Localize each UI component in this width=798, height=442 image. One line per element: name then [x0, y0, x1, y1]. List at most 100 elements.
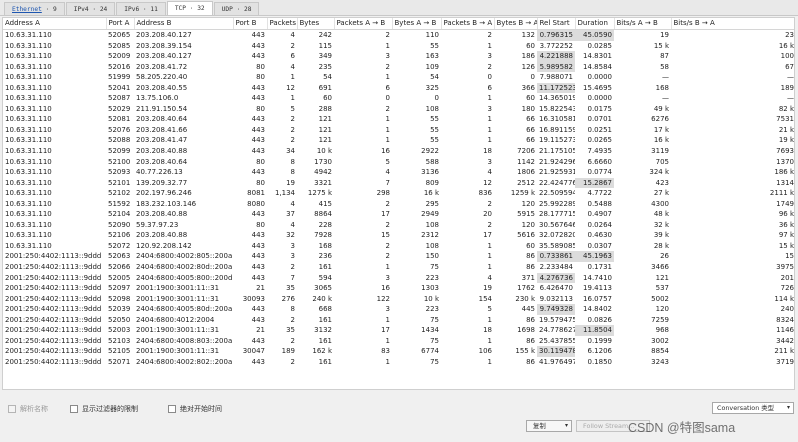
table-row[interactable]: 10.63.31.110 52106 203.208.40.88 443 32 7928 1… — [3, 230, 794, 241]
table-row[interactable]: 10.63.31.110 52076 203.208.41.66 443 2 121 1 55… — [3, 125, 794, 136]
conversation-type-dropdown[interactable]: Conversation 类型 ▾ — [712, 402, 794, 414]
table-row[interactable]: 2001:250:4402:1113::9ddd 52071 2404:6800:4… — [3, 357, 794, 368]
name-resolution-checkbox[interactable]: 解析名称 — [8, 404, 48, 414]
column-header[interactable]: Port B — [233, 18, 268, 30]
checkbox-box[interactable] — [8, 405, 16, 413]
table-cell: 3 — [385, 52, 390, 61]
checkbox-box[interactable] — [70, 405, 78, 413]
table-cell: 10.63.31.110 — [5, 31, 52, 39]
table-row[interactable]: 10.63.31.110 52081 203.208.40.64 443 2 121 1 55… — [3, 114, 794, 125]
table-row[interactable]: 10.63.31.110 52102 202.197.96.246 8081 1,134… — [3, 188, 794, 199]
chevron-down-icon: ▾ — [786, 404, 790, 411]
table-cell: 52088 — [108, 136, 131, 145]
table-cell: 2404:6800:4005:800::200d — [136, 273, 233, 282]
table-row[interactable]: 10.63.31.110 52099 203.208.40.88 443 34 10 k 1… — [3, 146, 794, 157]
table-cell: 8854 — [651, 347, 669, 356]
table-cell: 10.63.31.110 — [5, 231, 52, 240]
table-cell: 59.37.97.23 — [136, 220, 179, 229]
table-cell: 10.63.31.110 — [5, 52, 52, 61]
table-row[interactable]: 10.63.31.110 51592 183.232.103.146 8080 4 415… — [3, 199, 794, 210]
table-cell: 51592 — [108, 199, 131, 208]
table-row[interactable]: 10.63.31.110 52009 203.208.40.127 443 6 349 3 1… — [3, 51, 794, 62]
table-cell: — — [787, 73, 794, 82]
table-cell: 24.778627 — [539, 326, 575, 335]
table-cell: 0 — [487, 73, 492, 82]
table-cell: 2 — [290, 115, 295, 124]
tab-4[interactable]: UDP · 28 — [213, 2, 260, 15]
table-cell: 8080 — [247, 199, 265, 208]
tab-3[interactable]: TCP · 32 — [166, 1, 213, 15]
table-row[interactable]: 10.63.31.110 52104 203.208.40.88 443 37 8864 1… — [3, 209, 794, 220]
table-row[interactable]: 2001:250:4402:1113::9ddd 52097 2001:1900:3… — [3, 283, 794, 294]
table-cell: 121 — [318, 136, 332, 145]
table-cell: 19 k — [778, 136, 794, 145]
column-header[interactable]: Duration — [575, 18, 615, 30]
table-row[interactable]: 10.63.31.110 52087 13.75.106.0 443 1 60 0 0 1 60 1… — [3, 93, 794, 104]
table-cell: 161 — [318, 336, 332, 345]
copy-button[interactable]: 复制 ▾ — [526, 420, 572, 432]
table-cell: 1 — [487, 115, 492, 124]
table-row[interactable]: 10.63.31.110 51999 58.205.220.40 80 1 54 1 54 0 0… — [3, 72, 794, 83]
table-row[interactable]: 10.63.31.110 52072 120.92.208.142 443 3 168 2 1… — [3, 241, 794, 252]
table-cell: 223 — [425, 305, 439, 314]
table-row[interactable]: 2001:250:4402:1113::9ddd 52005 2404:6800:4… — [3, 272, 794, 284]
table-cell: 48 k — [653, 210, 669, 219]
column-header[interactable]: Address B — [134, 18, 234, 30]
table-row[interactable]: 10.63.31.110 52100 203.208.40.64 80 8 1730 5 58… — [3, 157, 794, 168]
column-header[interactable]: Bytes B → A — [494, 18, 538, 30]
table-cell: 203.208.40.127 — [136, 31, 192, 39]
table-cell: 8081 — [247, 189, 265, 198]
table-row[interactable]: 2001:250:4402:1113::9ddd 52103 2404:6800:4… — [3, 336, 794, 347]
table-row[interactable]: 10.63.31.110 52090 59.37.97.23 80 4 228 2 108 2 1… — [3, 220, 794, 231]
table-cell: 36 k — [778, 220, 794, 229]
table-cell: 2001:250:4402:1113::9ddd — [5, 273, 102, 282]
limit-display-filter-label: 显示过滤器的限制 — [82, 405, 138, 413]
tab-2[interactable]: IPv6 · 11 — [116, 2, 166, 15]
tab-0[interactable]: Ethernet · 9 — [4, 2, 65, 15]
table-cell: 2 — [385, 241, 390, 250]
table-row[interactable]: 2001:250:4402:1113::9ddd 52003 2001:1900:3… — [3, 325, 794, 336]
column-header[interactable]: Packets A → B — [334, 18, 393, 30]
table-row[interactable]: 10.63.31.110 52085 203.208.39.154 443 2 115 1 5… — [3, 41, 794, 52]
column-header[interactable]: Packets — [267, 18, 298, 30]
table-row[interactable]: 2001:250:4402:1113::9ddd 52063 2404:6800:4… — [3, 251, 794, 263]
column-header[interactable]: Bits/s B → A — [671, 18, 794, 30]
table-cell: 7.4935 — [587, 147, 613, 156]
table-cell: 52085 — [108, 41, 131, 50]
table-cell: 14.8584 — [583, 62, 612, 71]
table-row[interactable]: 2001:250:4402:1113::9ddd 52098 2001:1900:3… — [3, 294, 794, 305]
table-row[interactable]: 2001:250:4402:1113::9ddd 52050 2404:6800:4… — [3, 315, 794, 326]
checkbox-box[interactable] — [168, 405, 176, 413]
table-row[interactable]: 10.63.31.110 52041 203.208.40.55 443 12 691 6 3… — [3, 82, 794, 94]
table-cell: 968 — [655, 326, 669, 335]
column-header[interactable]: Rel Start — [537, 18, 576, 30]
table-cell: 443 — [251, 136, 265, 145]
table-row[interactable]: 10.63.31.110 52065 203.208.40.127 443 4 242 2 1… — [3, 29, 794, 41]
table-cell: 0.0307 — [587, 241, 613, 250]
column-header[interactable]: Port A — [106, 18, 135, 30]
column-header[interactable]: Bytes A → B — [392, 18, 442, 30]
conversations-table[interactable]: Address A Port A Address B Port B Packets Byt… — [2, 17, 795, 390]
tab-1[interactable]: IPv4 · 24 — [65, 2, 116, 15]
table-row[interactable]: 10.63.31.110 52029 211.91.150.54 80 5 288 2 108… — [3, 104, 794, 115]
table-cell: 443 — [251, 305, 265, 314]
limit-display-filter-checkbox[interactable]: 显示过滤器的限制 — [70, 404, 138, 414]
tab-count: 28 — [244, 6, 252, 13]
column-header[interactable]: Address A — [3, 18, 107, 30]
column-header[interactable]: Bits/s A → B — [614, 18, 672, 30]
table-cell: 2404:6800:4002:805::200a — [136, 252, 233, 261]
table-cell: 7693 — [776, 147, 794, 156]
column-header[interactable]: Bytes — [297, 18, 335, 30]
table-row[interactable]: 2001:250:4402:1113::9ddd 52105 2001:1900:3… — [3, 346, 794, 357]
table-row[interactable]: 10.63.31.110 52093 40.77.226.13 443 8 4942 4 31… — [3, 167, 794, 178]
table-row[interactable]: 10.63.31.110 52016 203.208.41.72 80 4 235 2 109… — [3, 61, 794, 73]
table-cell: 168 — [655, 83, 669, 92]
column-header[interactable]: Packets B → A — [441, 18, 495, 30]
table-row[interactable]: 10.63.31.110 52088 203.208.41.47 443 2 121 1 55… — [3, 135, 794, 146]
table-cell: 52105 — [108, 347, 131, 356]
table-cell: 75 — [430, 315, 439, 324]
absolute-start-time-checkbox[interactable]: 绝对开始时间 — [168, 404, 222, 414]
table-row[interactable]: 2001:250:4402:1113::9ddd 52039 2404:6800:4… — [3, 304, 794, 315]
table-row[interactable]: 2001:250:4402:1113::9ddd 52066 2404:6800:4… — [3, 262, 794, 273]
table-row[interactable]: 10.63.31.110 52101 139.209.32.77 80 19 3321 7 8… — [3, 177, 794, 189]
